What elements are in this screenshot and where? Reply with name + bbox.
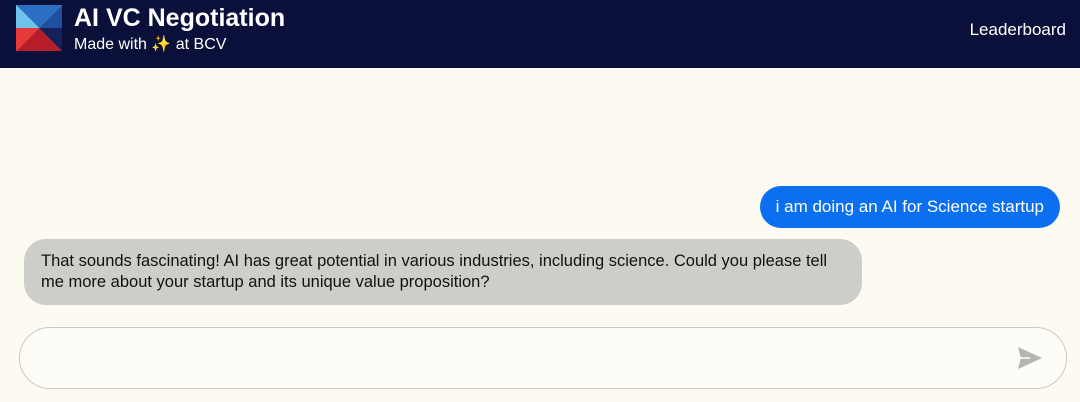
assistant-message: That sounds fascinating! AI has great po…: [24, 239, 862, 305]
message-composer: [19, 327, 1067, 389]
user-message: i am doing an AI for Science startup: [759, 186, 1060, 228]
app-subtitle: Made with ✨ at BCV: [74, 36, 227, 53]
bcv-logo-icon[interactable]: [16, 5, 62, 51]
app-title: AI VC Negotiation: [74, 4, 286, 32]
chat-thread: i am doing an AI for Science startup Tha…: [0, 68, 1080, 320]
leaderboard-link[interactable]: Leaderboard: [970, 19, 1066, 41]
app-header: AI VC Negotiation Made with ✨ at BCV Lea…: [0, 0, 1080, 68]
message-input[interactable]: [40, 328, 1010, 388]
send-icon[interactable]: [1016, 345, 1044, 371]
title-block: AI VC Negotiation Made with ✨ at BCV: [74, 3, 285, 56]
